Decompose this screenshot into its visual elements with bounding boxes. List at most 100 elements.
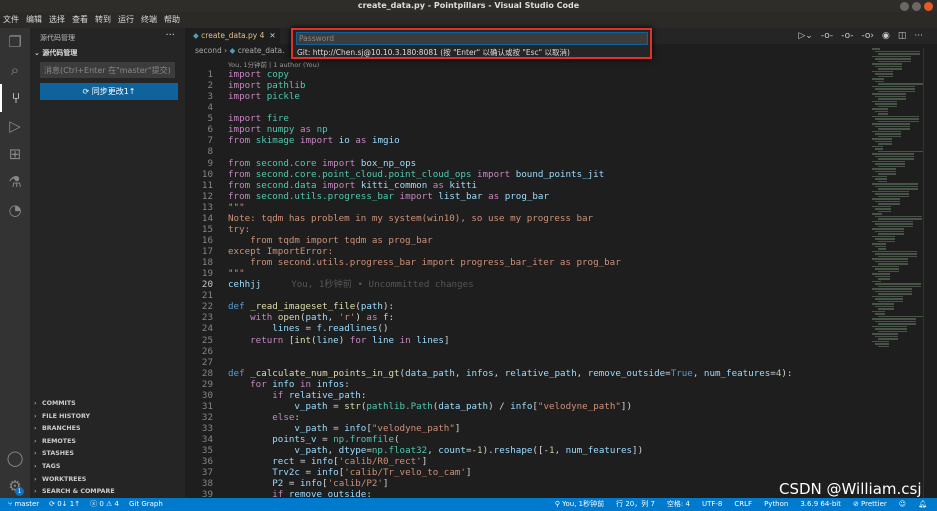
minimap-line <box>872 145 883 147</box>
minimap-line <box>878 68 902 70</box>
minimap-line <box>878 293 912 295</box>
gear-icon[interactable]: ⚙ <box>0 472 30 500</box>
minimap-line <box>878 120 919 122</box>
section-branches[interactable]: › BRANCHES <box>30 423 185 436</box>
minimap-line <box>872 265 899 267</box>
line-number: 8 <box>207 146 213 158</box>
minimap-line <box>872 220 913 222</box>
tab-create-data[interactable]: ◆ create_data.py 4 ✕ <box>185 28 280 44</box>
minimap-line <box>875 148 883 150</box>
prompt-hint: Git: http://Chen.sj@10.10.3.180:8081 (按 … <box>297 48 570 57</box>
maximize-button[interactable] <box>912 2 921 11</box>
minimap-line <box>875 253 917 255</box>
section-remotes[interactable]: › REMOTES <box>30 436 185 449</box>
menu-terminal[interactable]: 终端 <box>141 12 157 28</box>
search-icon[interactable]: ⌕ <box>0 56 30 84</box>
minimap-line <box>872 325 907 327</box>
previous-change-icon[interactable]: -o- <box>841 28 853 44</box>
eol[interactable]: CRLF <box>734 498 752 511</box>
more-actions-icon[interactable]: ··· <box>165 30 175 41</box>
section-file-history[interactable]: › FILE HISTORY <box>30 411 185 424</box>
cursor-position[interactable]: 行 20，列 7 <box>616 498 655 511</box>
breadcrumb-file[interactable]: create_data. <box>238 46 285 55</box>
minimap-line <box>872 78 884 80</box>
sync-status[interactable]: ⟳ 0↓ 1↑ <box>49 498 80 511</box>
menu-file[interactable]: 文件 <box>3 12 19 28</box>
code-line: v_path, dtype=np.float32, count=-1).resh… <box>294 445 644 457</box>
git-graph-icon[interactable]: ◉ <box>882 28 890 44</box>
git-graph-icon[interactable]: ◔ <box>0 196 30 224</box>
menu-view[interactable]: 查看 <box>72 12 88 28</box>
minimap-line <box>878 323 916 325</box>
split-editor-icon[interactable]: ◫ <box>898 28 907 44</box>
code-line: import fire <box>228 113 289 125</box>
minimap-line <box>872 175 887 177</box>
git-graph-status[interactable]: Git Graph <box>129 498 163 511</box>
feedback-icon[interactable]: ☺ <box>899 498 906 511</box>
title-bar: create_data.py - Pointpillars - Visual S… <box>0 0 937 12</box>
problems-status[interactable]: ⓧ 0 ⚠ 4 <box>90 498 119 511</box>
menu-edit[interactable]: 编辑 <box>26 12 42 28</box>
minimap-line <box>872 85 915 87</box>
next-change-icon[interactable]: -o› <box>862 28 875 44</box>
bell-icon[interactable]: 🔔︎ <box>918 498 927 511</box>
minimap-line <box>878 240 895 242</box>
minimap-line <box>875 163 905 165</box>
menu-selection[interactable]: 选择 <box>49 12 65 28</box>
section-worktrees[interactable]: › WORKTREES <box>30 474 185 487</box>
minimap-line <box>878 218 922 220</box>
codelens-blame[interactable]: You, 1分钟前 | 1 author (You) <box>228 59 319 69</box>
password-input[interactable]: Password <box>296 32 648 45</box>
more-icon[interactable]: ··· <box>914 28 923 44</box>
section-header[interactable]: ⌄ 源代码管理 <box>30 44 185 60</box>
blame-status[interactable]: ⚲ You, 1秒钟前 <box>555 498 604 511</box>
section-tags[interactable]: › TAGS <box>30 461 185 474</box>
minimap[interactable] <box>872 48 925 368</box>
line-number: 7 <box>207 135 213 147</box>
testing-icon[interactable]: ⚗ <box>0 168 30 196</box>
minimap-line <box>878 105 897 107</box>
menu-help[interactable]: 帮助 <box>164 12 180 28</box>
interpreter[interactable]: 3.6.9 64-bit <box>800 498 841 511</box>
menu-go[interactable]: 转到 <box>95 12 111 28</box>
account-icon[interactable]: ◯ <box>0 444 30 472</box>
line-number: 10 <box>201 168 213 180</box>
minimap-line <box>875 208 891 210</box>
close-tab-icon[interactable]: ✕ <box>269 31 275 40</box>
language-mode[interactable]: Python <box>764 498 788 511</box>
minimap-line <box>878 173 896 175</box>
run-debug-icon[interactable]: ▷ <box>0 112 30 140</box>
commit-message-input[interactable]: 消息(Ctrl+Enter 在"master"提交) <box>40 62 175 78</box>
line-number: 38 <box>201 478 213 490</box>
window-title: create_data.py - Pointpillars - Visual S… <box>357 1 580 10</box>
code-editor[interactable]: import copy import pathlib import pickle i… <box>228 69 792 500</box>
minimap-line <box>875 320 916 322</box>
encoding[interactable]: UTF-8 <box>702 498 722 511</box>
prettier-status[interactable]: ⊘ Prettier <box>853 498 887 511</box>
line-number: 23 <box>201 312 213 324</box>
branch-status[interactable]: ⑂ master <box>8 498 39 511</box>
minimap-line <box>872 333 898 335</box>
files-icon[interactable]: ❐ <box>0 28 30 56</box>
breadcrumb-folder[interactable]: second <box>195 46 222 55</box>
close-button[interactable] <box>924 2 933 11</box>
minimap-line <box>878 83 924 85</box>
indentation[interactable]: 空格: 4 <box>667 498 690 511</box>
minimap-line <box>878 203 900 205</box>
run-icon[interactable]: ▷⌄ <box>798 28 812 44</box>
menu-run[interactable]: 运行 <box>118 12 134 28</box>
section-search-compare[interactable]: › SEARCH & COMPARE <box>30 486 185 499</box>
section-stashes[interactable]: › STASHES <box>30 448 185 461</box>
source-control-icon[interactable]: ⑂ <box>0 84 30 112</box>
scrollbar[interactable] <box>923 48 937 498</box>
minimize-button[interactable] <box>900 2 909 11</box>
git-commit-icon[interactable]: -o- <box>821 28 833 44</box>
sync-changes-button[interactable]: ⟳ 同步更改1↑ <box>40 83 178 100</box>
extensions-icon[interactable]: ⊞ <box>0 140 30 168</box>
section-commits[interactable]: › COMMITS <box>30 398 185 411</box>
sync-icon: ⟳ <box>82 87 92 96</box>
code-line: cehhjj You, 1秒钟前 • Uncommitted changes <box>228 279 474 291</box>
line-number: 34 <box>201 434 213 446</box>
minimap-line <box>875 125 910 127</box>
